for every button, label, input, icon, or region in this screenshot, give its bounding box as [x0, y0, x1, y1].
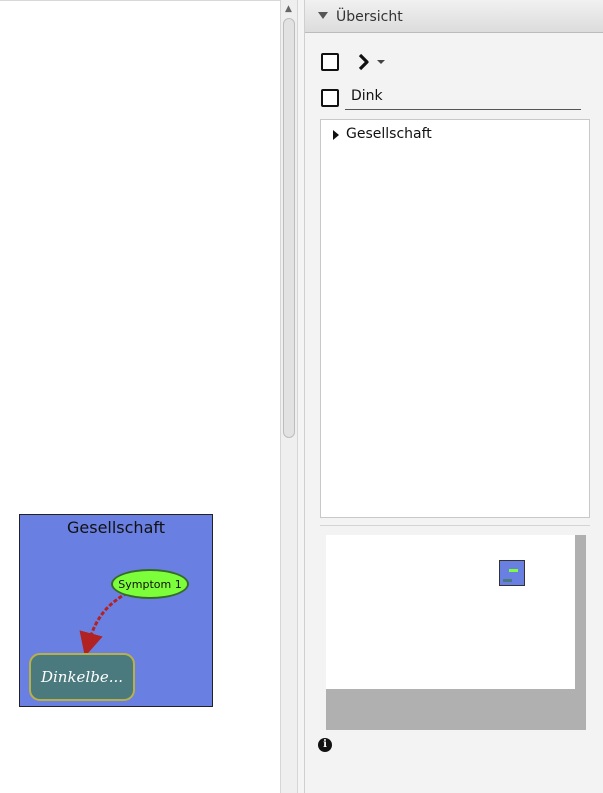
node-dinkelbe[interactable]: Dinkelbe...	[29, 653, 135, 701]
map-block-gesellschaft[interactable]: Gesellschaft Symptom 1 Dinkelbe...	[19, 514, 213, 707]
minimap[interactable]	[326, 535, 586, 730]
collapse-triangle-icon[interactable]	[318, 12, 328, 19]
canvas-scrollbar[interactable]: ▲	[280, 0, 298, 793]
filter-checkbox[interactable]	[321, 89, 339, 107]
minimap-map-thumbnail	[499, 560, 525, 586]
node-symptom-1[interactable]: Symptom 1	[111, 569, 189, 599]
panel-header[interactable]: Übersicht	[305, 0, 603, 33]
scroll-up-icon[interactable]: ▲	[285, 4, 292, 14]
tree-item-gesellschaft[interactable]: Gesellschaft	[346, 126, 432, 142]
panel-divider	[320, 525, 590, 526]
minimap-viewport[interactable]	[326, 535, 575, 689]
outline-tree[interactable]: Gesellschaft	[320, 119, 590, 518]
minimap-node-1	[509, 569, 518, 572]
caret-down-icon	[377, 60, 385, 64]
select-all-checkbox[interactable]	[321, 53, 339, 71]
mindmap-canvas[interactable]: Gesellschaft Symptom 1 Dinkelbe...	[0, 0, 280, 793]
minimap-node-2	[503, 579, 512, 582]
minimap-thumb-svg	[503, 569, 518, 582]
panel-splitter[interactable]	[298, 0, 305, 793]
panel-title: Übersicht	[336, 9, 403, 25]
expand-menu-button[interactable]	[355, 52, 385, 72]
filter-underline	[345, 109, 581, 110]
scroll-thumb[interactable]	[283, 18, 295, 438]
connector-line	[79, 591, 128, 657]
chevron-right-icon	[358, 53, 369, 71]
tree-expand-icon[interactable]	[333, 130, 339, 140]
info-icon[interactable]: i	[318, 738, 332, 752]
filter-input[interactable]: Dink	[351, 88, 383, 104]
